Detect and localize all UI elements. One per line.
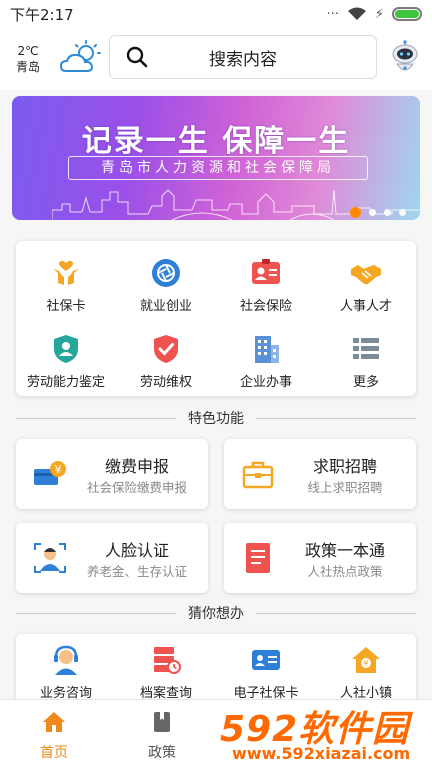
- handshake-icon: [351, 265, 381, 285]
- list-icon: [353, 338, 379, 359]
- feature-subtitle: 人社热点政策: [307, 564, 383, 579]
- guess-electronic-social-card[interactable]: 电子社保卡: [216, 644, 316, 701]
- service-label: 就业创业: [139, 299, 192, 314]
- aperture-icon: [152, 259, 180, 287]
- service-more[interactable]: 更多: [316, 333, 416, 390]
- document-icon: [246, 543, 270, 573]
- id-card-icon: [252, 259, 280, 284]
- feature-payment-declaration[interactable]: ¥ 缴费申报 社会保险缴费申报: [16, 439, 208, 509]
- tab-home[interactable]: 首页: [14, 710, 94, 762]
- robot-assistant-icon[interactable]: [390, 40, 420, 76]
- guess-section-header: 猜你想办: [16, 603, 416, 623]
- guess-business-consulting[interactable]: 业务咨询: [16, 644, 116, 701]
- charging-icon: ⚡: [374, 6, 384, 22]
- briefcase-icon: [242, 461, 274, 489]
- pagination-dot[interactable]: [350, 207, 361, 218]
- book-icon: [154, 712, 170, 732]
- feature-title: 缴费申报: [104, 457, 169, 476]
- shield-person-icon: [54, 335, 78, 363]
- service-personnel-talent[interactable]: 人事人才: [316, 257, 416, 314]
- service-employment[interactable]: 就业创业: [116, 257, 216, 314]
- hands-heart-icon: [53, 260, 79, 285]
- home-icon: [43, 712, 65, 732]
- more-dots-icon: ···: [326, 6, 339, 22]
- svg-text:¥: ¥: [363, 659, 368, 668]
- site-watermark: 592软件园 www.592xiazai.com: [218, 700, 432, 768]
- promo-banner[interactable]: 记录一生 保障一生 青岛市人力资源和社会保障局: [12, 96, 420, 220]
- top-bar: 2℃ 青岛 搜索内容: [0, 28, 432, 90]
- tab-policy[interactable]: 政策: [122, 710, 202, 762]
- status-time: 下午2:17: [10, 5, 74, 24]
- shield-check-icon: [154, 335, 178, 363]
- banner-pagination: [350, 207, 406, 218]
- pagination-dot[interactable]: [384, 209, 391, 216]
- service-label: 劳动维权: [139, 375, 192, 390]
- search-placeholder: 搜索内容: [209, 49, 277, 70]
- service-enterprise-affairs[interactable]: 企业办事: [216, 333, 316, 390]
- status-bar: 下午2:17 ··· ⚡: [0, 0, 432, 28]
- weather-info[interactable]: 2℃ 青岛: [0, 43, 56, 75]
- house-icon: ¥: [352, 647, 380, 673]
- services-grid: 社保卡 就业创业 社会保险 人事人才 劳动能力鉴定 劳动维权 企业办事 更多: [16, 241, 416, 396]
- feature-job-recruitment[interactable]: 求职招聘 线上求职招聘: [224, 439, 416, 509]
- service-work-ability-assessment[interactable]: 劳动能力鉴定: [16, 333, 116, 390]
- battery-icon: [392, 7, 422, 21]
- payment-card-icon: ¥: [34, 461, 66, 485]
- wifi-icon: [347, 7, 366, 20]
- service-labor-rights[interactable]: 劳动维权: [116, 333, 216, 390]
- service-label: 更多: [352, 375, 379, 390]
- building-icon: [255, 336, 279, 363]
- search-icon: [126, 46, 148, 68]
- service-label: 社会保险: [239, 299, 292, 314]
- service-label: 人事人才: [339, 299, 392, 314]
- svg-text:¥: ¥: [55, 463, 62, 476]
- tab-label: 政策: [148, 745, 176, 761]
- temperature: 2℃: [17, 44, 39, 58]
- status-icons: ··· ⚡: [326, 7, 422, 22]
- feature-title: 政策一本通: [304, 541, 385, 560]
- featured-section-header: 特色功能: [16, 408, 416, 428]
- weather-sun-cloud-icon: [59, 40, 101, 72]
- pagination-dot[interactable]: [399, 209, 406, 216]
- section-title-text: 猜你想办: [188, 606, 244, 622]
- feature-title: 人脸认证: [104, 541, 169, 560]
- archive-icon: [154, 647, 181, 674]
- headset-icon: [54, 645, 78, 675]
- service-social-security-card[interactable]: 社保卡: [16, 257, 116, 314]
- feature-face-authentication[interactable]: 人脸认证 养老金、生存认证: [16, 523, 208, 593]
- feature-policy-guide[interactable]: 政策一本通 人社热点政策: [224, 523, 416, 593]
- pagination-dot[interactable]: [369, 209, 376, 216]
- ecard-icon: [252, 650, 280, 670]
- feature-subtitle: 线上求职招聘: [307, 480, 383, 495]
- service-label: 企业办事: [239, 375, 292, 390]
- service-label: 劳动能力鉴定: [26, 375, 105, 390]
- feature-subtitle: 社会保险缴费申报: [86, 480, 187, 495]
- section-title-text: 特色功能: [188, 411, 244, 427]
- banner-subtitle: 青岛市人力资源和社会保障局: [68, 156, 368, 180]
- guess-hrss-town[interactable]: ¥ 人社小镇: [316, 644, 416, 701]
- face-scan-icon: [34, 543, 66, 573]
- service-social-insurance[interactable]: 社会保险: [216, 257, 316, 314]
- feature-title: 求职招聘: [312, 457, 377, 476]
- service-label: 社保卡: [46, 299, 86, 314]
- guess-grid: 业务咨询 档案查询 电子社保卡 ¥ 人社小镇: [16, 634, 416, 704]
- city-name: 青岛: [15, 60, 40, 74]
- search-bar[interactable]: 搜索内容: [109, 35, 377, 79]
- watermark-url: www.592xiazai.com: [232, 744, 411, 763]
- tab-label: 首页: [40, 745, 68, 761]
- banner-title: 记录一生 保障一生: [81, 124, 351, 159]
- guess-archive-query[interactable]: 档案查询: [116, 644, 216, 701]
- feature-subtitle: 养老金、生存认证: [86, 564, 187, 579]
